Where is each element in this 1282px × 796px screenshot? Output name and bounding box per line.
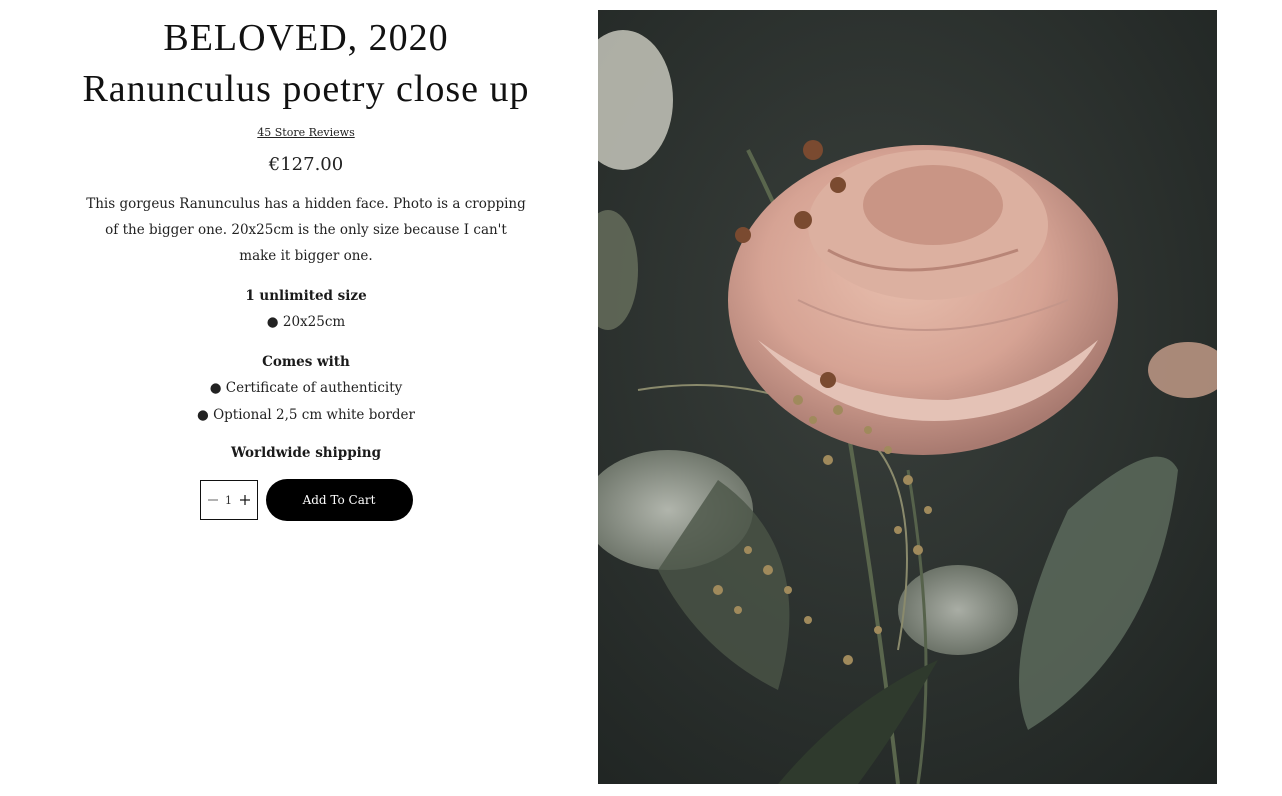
includes-item: ● Optional 2,5 cm white border (197, 407, 415, 423)
ranunculus-flower-photo (598, 10, 1217, 784)
cart-controls: 1 Add To Cart (60, 479, 552, 521)
quantity-value[interactable]: 1 (225, 494, 232, 507)
includes-item: ● Certificate of authenticity (209, 380, 403, 396)
size-option: ● 20x25cm (266, 314, 346, 330)
product-title: Ranunculus poetry close up (82, 68, 530, 110)
product-info: BELOVED, 2020 Ranunculus poetry close up… (60, 0, 552, 521)
store-reviews-link[interactable]: 45 Store Reviews (257, 126, 354, 139)
product-price: €127.00 (268, 154, 344, 175)
add-to-cart-button[interactable]: Add To Cart (265, 479, 413, 521)
minus-icon[interactable] (206, 493, 220, 507)
shipping-heading: Worldwide shipping (230, 445, 382, 461)
size-heading: 1 unlimited size (245, 288, 367, 304)
collection-title: BELOVED, 2020 (163, 17, 449, 59)
product-photo[interactable] (598, 10, 1217, 784)
quantity-stepper: 1 (199, 480, 258, 520)
plus-icon[interactable] (238, 493, 252, 507)
includes-heading: Comes with (262, 354, 350, 370)
product-description: This gorgeus Ranunculus has a hidden fac… (86, 196, 526, 264)
